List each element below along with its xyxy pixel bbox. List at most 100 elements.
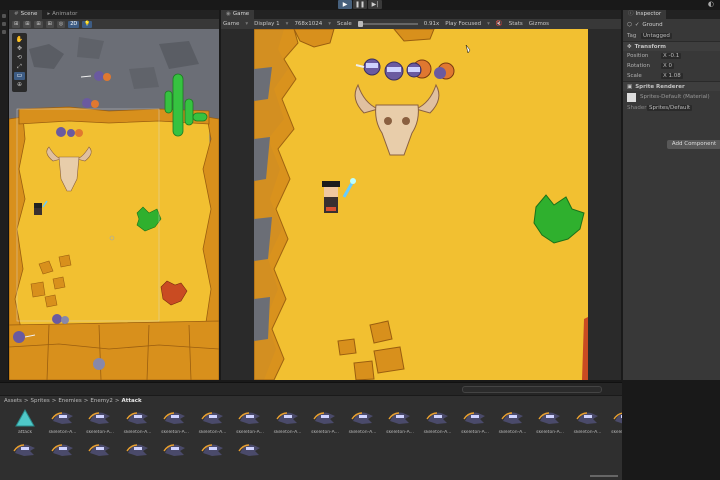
- sprite-asset[interactable]: [121, 439, 155, 461]
- scale-slider-knob[interactable]: [357, 21, 363, 27]
- resolution-dropdown[interactable]: 768x1024: [294, 21, 322, 27]
- dock-handle-icon[interactable]: [2, 30, 6, 34]
- breadcrumb-item[interactable]: Assets: [4, 398, 22, 404]
- scale-slider[interactable]: [357, 21, 418, 27]
- breadcrumb-current[interactable]: Attack: [121, 398, 141, 404]
- scene-tabbar: # Scene ▸ Animator: [9, 10, 219, 19]
- rect-tool-icon[interactable]: ▭: [14, 72, 25, 80]
- play-focused-dropdown[interactable]: Play Focused: [445, 21, 481, 27]
- scale-x-field[interactable]: X 1.08: [661, 73, 683, 79]
- shading-button[interactable]: ◎: [56, 20, 66, 28]
- sprite-asset[interactable]: skeleton-A...: [196, 407, 230, 435]
- material-field[interactable]: Sprites-Default (Material): [640, 94, 710, 100]
- transform-header[interactable]: ✥ Transform: [623, 41, 720, 51]
- sprite-thumbnail: [200, 439, 226, 461]
- sprite-asset[interactable]: skeleton-A...: [458, 407, 492, 435]
- dock-handle-icon[interactable]: [2, 22, 6, 26]
- scale-value: 0.91x: [423, 21, 440, 27]
- transform-tool-icon[interactable]: ⊕: [14, 81, 25, 89]
- sprite-asset[interactable]: skeleton-A...: [271, 407, 305, 435]
- active-checkbox[interactable]: ✓: [635, 22, 640, 28]
- shader-dropdown[interactable]: Sprites/Default: [647, 105, 693, 111]
- sprite-asset[interactable]: [46, 439, 80, 461]
- pivot-button[interactable]: ⊞: [23, 20, 32, 28]
- sprite-asset[interactable]: [233, 439, 267, 461]
- sprite-asset[interactable]: [196, 439, 230, 461]
- add-component-button[interactable]: Add Component: [667, 140, 720, 149]
- asset-name: skeleton-A...: [236, 430, 264, 435]
- thumbnail-zoom-slider[interactable]: [590, 475, 618, 477]
- move-tool-icon[interactable]: ✥: [14, 45, 25, 53]
- dock-handle-icon[interactable]: [2, 14, 6, 18]
- sprite-asset[interactable]: skeleton-A...: [46, 407, 80, 435]
- sprite-asset[interactable]: skeleton-A...: [496, 407, 530, 435]
- tab-animator[interactable]: ▸ Animator: [42, 10, 82, 19]
- object-name-field[interactable]: Ground: [642, 22, 662, 28]
- sprite-asset[interactable]: skeleton-A...: [308, 407, 342, 435]
- asset-name: skeleton-A...: [86, 430, 114, 435]
- grid-button[interactable]: ⊞: [34, 20, 43, 28]
- breadcrumb-item[interactable]: Sprites: [31, 398, 50, 404]
- breadcrumb-item[interactable]: Enemy2: [90, 398, 112, 404]
- game-view[interactable]: [221, 29, 621, 380]
- enemy-sprite[interactable]: [384, 61, 404, 81]
- gizmos-button[interactable]: Gizmos: [529, 21, 549, 27]
- sprite-asset[interactable]: skeleton-A...: [383, 407, 417, 435]
- sprite-asset[interactable]: [158, 439, 192, 461]
- sprite-thumbnail: [387, 407, 413, 429]
- scale-tool-icon[interactable]: ⤢: [14, 63, 25, 71]
- asset-name: skeleton-A...: [48, 430, 77, 435]
- enemy-sprite[interactable]: [93, 358, 105, 370]
- sprite-asset[interactable]: skeleton-A...: [608, 407, 622, 435]
- display-dropdown[interactable]: Display 1: [254, 21, 280, 27]
- sprite-asset[interactable]: skeleton-A...: [83, 407, 117, 435]
- lighting-toggle-button[interactable]: 💡: [82, 20, 93, 28]
- sprite-thumbnail: [87, 439, 113, 461]
- sprite-asset[interactable]: skeleton-A...: [346, 407, 380, 435]
- animator-icon: ▸: [47, 11, 51, 17]
- tag-row: Tag Untagged: [623, 31, 720, 41]
- animation-clip-asset[interactable]: attack: [8, 407, 42, 435]
- animation-clip-icon: [12, 407, 38, 429]
- game-mode-dropdown[interactable]: Game: [223, 21, 239, 27]
- snap-button[interactable]: ⊞: [45, 20, 54, 28]
- scene-canvas[interactable]: [9, 29, 219, 380]
- inspector-tabbar: ⓘ Inspector: [623, 10, 720, 19]
- sprite-thumbnail: [312, 407, 338, 429]
- sprite-asset[interactable]: skeleton-A...: [571, 407, 605, 435]
- play-button[interactable]: ▶: [338, 0, 352, 9]
- sprite-asset[interactable]: [8, 439, 42, 461]
- sprite-renderer-header[interactable]: ▣ Sprite Renderer: [623, 81, 720, 91]
- material-preview-icon: [627, 92, 636, 102]
- project-panel: Assets > Sprites > Enemies > Enemy2 > Attack…: [0, 382, 622, 480]
- step-button[interactable]: ▶|: [368, 0, 382, 9]
- stats-button[interactable]: Stats: [509, 21, 523, 27]
- hand-tool-icon[interactable]: ✋: [14, 36, 25, 44]
- mute-icon[interactable]: 🔇: [496, 21, 503, 27]
- sprite-asset[interactable]: skeleton-A...: [533, 407, 567, 435]
- rotation-x-field[interactable]: X 0: [661, 63, 675, 69]
- tag-dropdown[interactable]: Untagged: [641, 33, 672, 39]
- search-input[interactable]: [462, 386, 602, 393]
- rotation-label: Rotation: [627, 63, 651, 69]
- sprite-thumbnail: [162, 407, 188, 429]
- sprite-asset[interactable]: skeleton-A...: [421, 407, 455, 435]
- layout-icon[interactable]: ◐: [708, 0, 714, 8]
- sprite-asset[interactable]: [83, 439, 117, 461]
- position-x-field[interactable]: X -0.1: [661, 53, 682, 59]
- tab-scene[interactable]: # Scene: [9, 10, 43, 19]
- 2d-toggle-button[interactable]: 2D: [68, 20, 80, 28]
- sprite-asset[interactable]: skeleton-A...: [233, 407, 267, 435]
- scene-view[interactable]: ✋ ✥ ⟲ ⤢ ▭ ⊕: [9, 29, 219, 380]
- tool-palette: ✋ ✥ ⟲ ⤢ ▭ ⊕: [12, 33, 27, 92]
- game-canvas[interactable]: [254, 29, 588, 380]
- sprite-asset[interactable]: skeleton-A...: [121, 407, 155, 435]
- asset-name: skeleton-A...: [573, 430, 602, 435]
- pause-button[interactable]: ❚❚: [353, 0, 367, 9]
- tab-game[interactable]: ◉ Game: [221, 10, 255, 19]
- tab-inspector[interactable]: ⓘ Inspector: [623, 10, 667, 19]
- gizmo-tool-button[interactable]: ⊞: [12, 20, 21, 28]
- breadcrumb-item[interactable]: Enemies: [58, 398, 81, 404]
- rotate-tool-icon[interactable]: ⟲: [14, 54, 25, 62]
- sprite-asset[interactable]: skeleton-A...: [158, 407, 192, 435]
